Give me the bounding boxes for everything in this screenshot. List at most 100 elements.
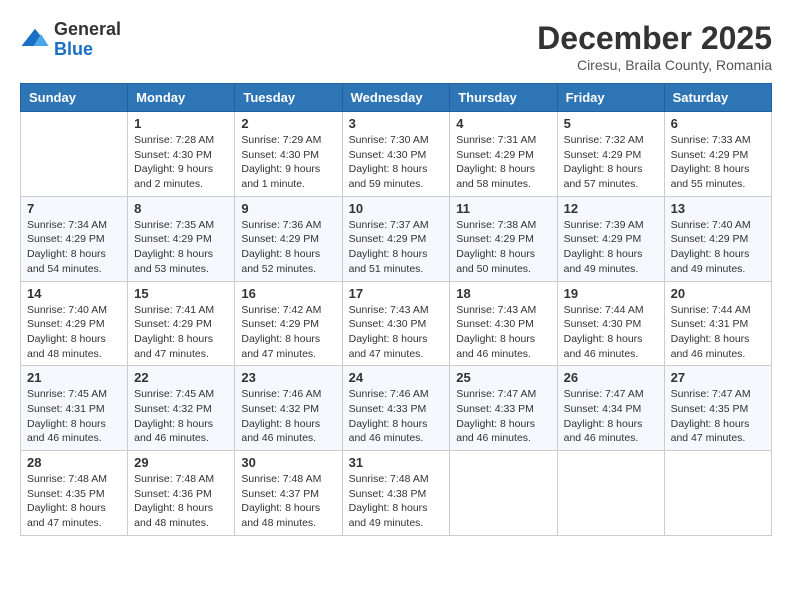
day-number: 16 [241, 286, 335, 301]
month-title: December 2025 [537, 20, 772, 57]
calendar-cell: 24Sunrise: 7:46 AMSunset: 4:33 PMDayligh… [342, 366, 450, 451]
day-number: 3 [349, 116, 444, 131]
day-number: 26 [564, 370, 658, 385]
day-info: Sunrise: 7:38 AMSunset: 4:29 PMDaylight:… [456, 218, 550, 277]
calendar-week-row: 1Sunrise: 7:28 AMSunset: 4:30 PMDaylight… [21, 112, 772, 197]
day-info: Sunrise: 7:46 AMSunset: 4:32 PMDaylight:… [241, 387, 335, 446]
day-number: 6 [671, 116, 765, 131]
calendar-cell: 28 Sunrise: 7:48 AMSunset: 4:35 PMDayligh… [21, 451, 128, 536]
calendar-cell: 19Sunrise: 7:44 AMSunset: 4:30 PMDayligh… [557, 281, 664, 366]
calendar-cell: 18 Sunrise: 7:43 AMSunset: 4:30 PMDayligh… [450, 281, 557, 366]
calendar-cell: 27Sunrise: 7:47 AMSunset: 4:35 PMDayligh… [664, 366, 771, 451]
day-number: 12 [564, 201, 658, 216]
calendar-cell: 25 Sunrise: 7:47 AMSunset: 4:33 PMDayligh… [450, 366, 557, 451]
day-number: 27 [671, 370, 765, 385]
title-section: December 2025 Ciresu, Braila County, Rom… [537, 20, 772, 73]
location-subtitle: Ciresu, Braila County, Romania [537, 57, 772, 73]
day-info: Sunrise: 7:37 AMSunset: 4:29 PMDaylight:… [349, 218, 444, 277]
header-wednesday: Wednesday [342, 84, 450, 112]
day-info: Sunrise: 7:48 AMSunset: 4:35 PMDaylight:… [27, 472, 121, 531]
calendar-cell: 3 Sunrise: 7:30 AMSunset: 4:30 PMDaylight… [342, 112, 450, 197]
day-info: Sunrise: 7:48 AMSunset: 4:37 PMDaylight:… [241, 472, 335, 531]
header-sunday: Sunday [21, 84, 128, 112]
day-info: Sunrise: 7:36 AMSunset: 4:29 PMDaylight:… [241, 218, 335, 277]
day-info: Sunrise: 7:48 AMSunset: 4:36 PMDaylight:… [134, 472, 228, 531]
calendar-table: SundayMondayTuesdayWednesdayThursdayFrid… [20, 83, 772, 536]
calendar-cell: 20Sunrise: 7:44 AMSunset: 4:31 PMDayligh… [664, 281, 771, 366]
day-info: Sunrise: 7:45 AMSunset: 4:32 PMDaylight:… [134, 387, 228, 446]
day-number: 4 [456, 116, 550, 131]
calendar-cell: 23Sunrise: 7:46 AMSunset: 4:32 PMDayligh… [235, 366, 342, 451]
header-monday: Monday [128, 84, 235, 112]
calendar-cell: 4 Sunrise: 7:31 AMSunset: 4:29 PMDaylight… [450, 112, 557, 197]
day-info: Sunrise: 7:34 AMSunset: 4:29 PMDaylight:… [27, 218, 121, 277]
calendar-week-row: 21Sunrise: 7:45 AMSunset: 4:31 PMDayligh… [21, 366, 772, 451]
calendar-cell: 31 Sunrise: 7:48 AMSunset: 4:38 PMDayligh… [342, 451, 450, 536]
calendar-cell: 1Sunrise: 7:28 AMSunset: 4:30 PMDaylight… [128, 112, 235, 197]
page-header: General Blue December 2025 Ciresu, Brail… [20, 20, 772, 73]
day-number: 11 [456, 201, 550, 216]
day-number: 9 [241, 201, 335, 216]
day-info: Sunrise: 7:35 AMSunset: 4:29 PMDaylight:… [134, 218, 228, 277]
calendar-cell: 2 Sunrise: 7:29 AMSunset: 4:30 PMDaylight… [235, 112, 342, 197]
day-info: Sunrise: 7:29 AMSunset: 4:30 PMDaylight:… [241, 133, 335, 192]
day-number: 8 [134, 201, 228, 216]
calendar-week-row: 14 Sunrise: 7:40 AMSunset: 4:29 PMDayligh… [21, 281, 772, 366]
calendar-cell: 12 Sunrise: 7:39 AMSunset: 4:29 PMDayligh… [557, 196, 664, 281]
day-info: Sunrise: 7:30 AMSunset: 4:30 PMDaylight:… [349, 133, 444, 192]
day-info: Sunrise: 7:40 AMSunset: 4:29 PMDaylight:… [671, 218, 765, 277]
calendar-cell [21, 112, 128, 197]
calendar-cell: 11 Sunrise: 7:38 AMSunset: 4:29 PMDayligh… [450, 196, 557, 281]
calendar-week-row: 28 Sunrise: 7:48 AMSunset: 4:35 PMDayligh… [21, 451, 772, 536]
day-info: Sunrise: 7:47 AMSunset: 4:33 PMDaylight:… [456, 387, 550, 446]
day-number: 10 [349, 201, 444, 216]
day-number: 2 [241, 116, 335, 131]
day-info: Sunrise: 7:40 AMSunset: 4:29 PMDaylight:… [27, 303, 121, 362]
day-number: 21 [27, 370, 121, 385]
day-info: Sunrise: 7:43 AMSunset: 4:30 PMDaylight:… [456, 303, 550, 362]
calendar-cell [557, 451, 664, 536]
day-info: Sunrise: 7:41 AMSunset: 4:29 PMDaylight:… [134, 303, 228, 362]
calendar-cell: 8 Sunrise: 7:35 AMSunset: 4:29 PMDaylight… [128, 196, 235, 281]
day-number: 28 [27, 455, 121, 470]
day-number: 7 [27, 201, 121, 216]
day-number: 31 [349, 455, 444, 470]
day-info: Sunrise: 7:44 AMSunset: 4:31 PMDaylight:… [671, 303, 765, 362]
day-number: 15 [134, 286, 228, 301]
day-number: 30 [241, 455, 335, 470]
calendar-cell: 17 Sunrise: 7:43 AMSunset: 4:30 PMDayligh… [342, 281, 450, 366]
day-number: 18 [456, 286, 550, 301]
calendar-cell: 7 Sunrise: 7:34 AMSunset: 4:29 PMDaylight… [21, 196, 128, 281]
calendar-cell: 21Sunrise: 7:45 AMSunset: 4:31 PMDayligh… [21, 366, 128, 451]
day-number: 13 [671, 201, 765, 216]
calendar-cell [450, 451, 557, 536]
calendar-cell: 30 Sunrise: 7:48 AMSunset: 4:37 PMDayligh… [235, 451, 342, 536]
calendar-cell: 5Sunrise: 7:32 AMSunset: 4:29 PMDaylight… [557, 112, 664, 197]
day-number: 25 [456, 370, 550, 385]
day-info: Sunrise: 7:42 AMSunset: 4:29 PMDaylight:… [241, 303, 335, 362]
day-info: Sunrise: 7:39 AMSunset: 4:29 PMDaylight:… [564, 218, 658, 277]
day-info: Sunrise: 7:44 AMSunset: 4:30 PMDaylight:… [564, 303, 658, 362]
day-info: Sunrise: 7:48 AMSunset: 4:38 PMDaylight:… [349, 472, 444, 531]
day-info: Sunrise: 7:32 AMSunset: 4:29 PMDaylight:… [564, 133, 658, 192]
header-tuesday: Tuesday [235, 84, 342, 112]
day-info: Sunrise: 7:47 AMSunset: 4:34 PMDaylight:… [564, 387, 658, 446]
calendar-cell: 29 Sunrise: 7:48 AMSunset: 4:36 PMDayligh… [128, 451, 235, 536]
calendar-cell: 14 Sunrise: 7:40 AMSunset: 4:29 PMDayligh… [21, 281, 128, 366]
calendar-cell: 6 Sunrise: 7:33 AMSunset: 4:29 PMDaylight… [664, 112, 771, 197]
logo-general-text: General Blue [54, 20, 121, 60]
calendar-cell: 13 Sunrise: 7:40 AMSunset: 4:29 PMDayligh… [664, 196, 771, 281]
calendar-header-row: SundayMondayTuesdayWednesdayThursdayFrid… [21, 84, 772, 112]
day-number: 14 [27, 286, 121, 301]
day-info: Sunrise: 7:31 AMSunset: 4:29 PMDaylight:… [456, 133, 550, 192]
calendar-cell: 16 Sunrise: 7:42 AMSunset: 4:29 PMDayligh… [235, 281, 342, 366]
day-number: 17 [349, 286, 444, 301]
day-number: 29 [134, 455, 228, 470]
day-info: Sunrise: 7:33 AMSunset: 4:29 PMDaylight:… [671, 133, 765, 192]
calendar-cell: 9 Sunrise: 7:36 AMSunset: 4:29 PMDaylight… [235, 196, 342, 281]
calendar-week-row: 7 Sunrise: 7:34 AMSunset: 4:29 PMDaylight… [21, 196, 772, 281]
day-number: 22 [134, 370, 228, 385]
calendar-cell: 26 Sunrise: 7:47 AMSunset: 4:34 PMDayligh… [557, 366, 664, 451]
day-info: Sunrise: 7:43 AMSunset: 4:30 PMDaylight:… [349, 303, 444, 362]
header-thursday: Thursday [450, 84, 557, 112]
